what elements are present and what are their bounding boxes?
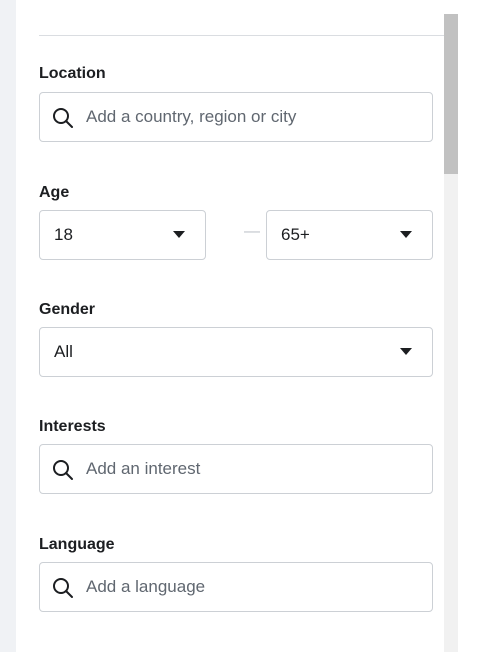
search-icon	[53, 578, 73, 598]
audience-targeting-page: Location Age 18 — 65+ Gender All Interes…	[0, 0, 477, 652]
section-divider	[39, 35, 449, 36]
left-background-strip	[0, 0, 16, 652]
location-label: Location	[39, 65, 106, 82]
scrollbar-thumb[interactable]	[444, 14, 458, 174]
right-background-strip	[458, 0, 477, 652]
age-max-value: 65+	[281, 225, 310, 244]
targeting-panel: Location Age 18 — 65+ Gender All Interes…	[16, 0, 449, 652]
location-input[interactable]	[86, 105, 416, 129]
caret-down-icon	[400, 231, 412, 238]
language-input[interactable]	[86, 575, 416, 599]
age-min-value: 18	[54, 225, 73, 244]
gender-select[interactable]: All	[39, 327, 433, 377]
search-icon	[53, 460, 73, 480]
age-label: Age	[39, 184, 70, 201]
interests-label: Interests	[39, 418, 106, 435]
location-field[interactable]	[39, 92, 433, 142]
caret-down-icon	[173, 231, 185, 238]
interests-field[interactable]	[39, 444, 433, 494]
search-icon	[53, 108, 73, 128]
caret-down-icon	[400, 348, 412, 355]
language-label: Language	[39, 536, 115, 553]
gender-label: Gender	[39, 301, 96, 318]
age-range-separator: —	[244, 223, 260, 240]
gender-value: All	[54, 342, 73, 361]
interests-input[interactable]	[86, 457, 416, 481]
age-min-select[interactable]: 18	[39, 210, 206, 260]
language-field[interactable]	[39, 562, 433, 612]
age-max-select[interactable]: 65+	[266, 210, 433, 260]
